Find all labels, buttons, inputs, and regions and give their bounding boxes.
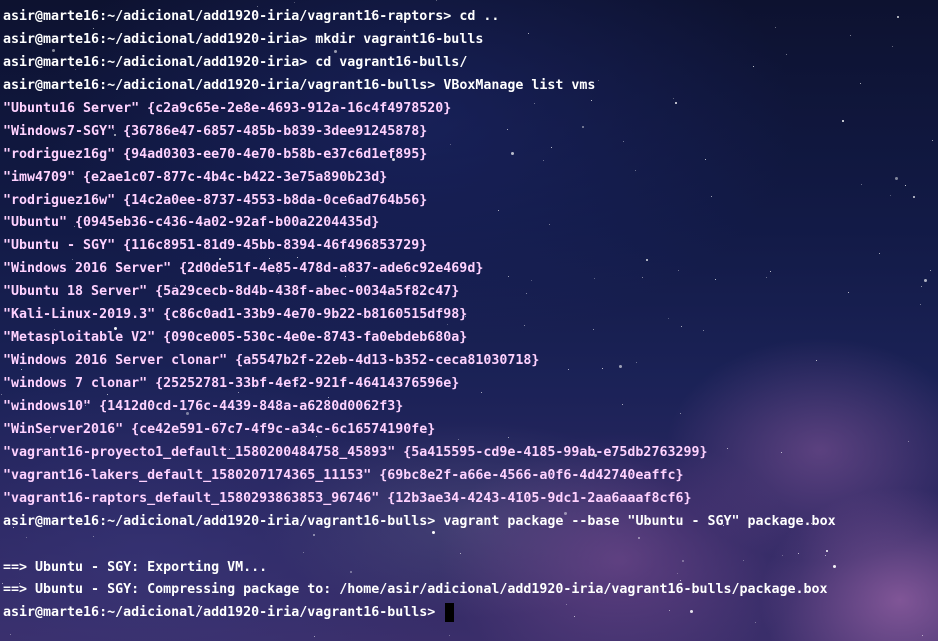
text-cursor[interactable] [445,602,455,622]
shell-prompt: asir@marte16:~/adicional/add1920-iria/va… [3,605,444,621]
prompt-line: asir@marte16:~/adicional/add1920-iria> m… [3,29,836,52]
star-dot [879,253,880,254]
vm-list-entry: "Ubuntu16 Server" {c2a9c65e-2e8e-4693-91… [3,100,452,116]
shell-prompt: asir@marte16:~/adicional/add1920-iria> [3,54,316,70]
star-dot [860,83,861,84]
star-dot [10,634,11,635]
blank-line [3,534,836,557]
star-dot [890,195,891,196]
prompt-line: asir@marte16:~/adicional/add1920-iria/va… [3,75,836,98]
vm-list-entry: "windows 7 clonar" {25252781-33bf-4ef2-9… [3,376,460,391]
terminal-window[interactable]: asir@marte16:~/adicional/add1920-iria/va… [0,0,938,641]
star-dot [850,35,851,36]
vm-list-entry: "Ubuntu" {0945eb36-c436-4a02-92af-b00a22… [3,215,380,231]
vm-list-entry: "Metasploitable V2" {090ce005-530c-4e0e-… [3,330,468,346]
vm-list-entry: "imw4709" {e2ae1c07-877c-4b4c-b422-3e75a… [3,169,388,185]
star-dot [892,46,893,47]
star-dot [920,304,921,305]
vm-list-entry: "Kali-Linux-2019.3" {c86c0ad1-33b9-4e70-… [3,307,468,323]
command-text: cd .. [459,9,500,24]
star-dot [922,635,923,636]
command-text: VBoxManage list vms [443,77,596,93]
star-dot [842,120,844,122]
star-dot [908,441,909,442]
terminal-output: asir@marte16:~/adicional/add1920-iria/va… [3,6,836,625]
vagrant-status-line: ==> Ubuntu - SGY: Exporting VM... [3,559,268,575]
star-dot [913,196,915,198]
vm-list-entry: "Windows 2016 Server" {2d0de51f-4e85-478… [3,261,484,277]
vm-list-entry: "vagrant16-lakers_default_1580207174365_… [3,467,684,483]
star-dot [294,2,295,3]
shell-prompt: asir@marte16:~/adicional/add1920-iria/va… [3,9,460,24]
vm-list-entry: "vagrant16-raptors_default_1580293863853… [3,490,692,506]
prompt-line: asir@marte16:~/adicional/add1920-iria/va… [3,6,836,29]
star-dot [848,292,849,293]
command-text: mkdir vagrant16-bulls [315,31,484,47]
command-text: cd vagrant16-bulls/ [315,54,468,70]
vagrant-status-line: ==> Ubuntu - SGY: Compressing package to… [3,582,828,598]
star-dot [921,286,922,287]
shell-prompt: asir@marte16:~/adicional/add1920-iria> [3,31,316,47]
shell-prompt: asir@marte16:~/adicional/add1920-iria/va… [3,513,444,529]
prompt-line: asir@marte16:~/adicional/add1920-iria/va… [3,602,836,625]
vm-list-entry: "WinServer2016" {ce42e591-67c7-4f9c-a34c… [3,421,436,437]
star-dot [930,270,931,271]
star-dot [861,184,862,185]
vm-list-entry: "Windows7-SGY" {36786e47-6857-485b-b839-… [3,123,428,139]
vm-list-entry: "rodriguez16w" {14c2a0ee-8737-4553-b8da-… [3,192,428,208]
star-dot [1,394,2,395]
prompt-line: asir@marte16:~/adicional/add1920-iria> c… [3,52,836,75]
shell-prompt: asir@marte16:~/adicional/add1920-iria/va… [3,77,444,93]
star-dot [314,636,315,637]
star-dot [932,140,933,141]
vm-list-entry: "Ubuntu - SGY" {116c8951-81d9-45bb-8394-… [3,238,428,254]
vm-list-entry: "Windows 2016 Server clonar" {a5547b2f-2… [3,353,540,369]
command-text: vagrant package --base "Ubuntu - SGY" pa… [443,513,836,529]
vm-list-entry: "windows10" {1412d0cd-176c-4439-848a-a62… [3,398,404,414]
star-dot [905,185,906,186]
star-dot [924,279,927,282]
vm-list-entry: "vagrant16-proyecto1_default_15802004847… [3,444,708,460]
star-dot [895,177,898,180]
vm-list-entry: "Ubuntu 18 Server" {5a29cecb-8d4b-438f-a… [3,284,460,300]
star-dot [449,635,450,636]
star-dot [436,0,437,1]
prompt-line: asir@marte16:~/adicional/add1920-iria/va… [3,511,836,534]
star-dot [897,16,899,18]
vm-list-entry: "rodriguez16g" {94ad0303-ee70-4e70-b58b-… [3,146,428,162]
